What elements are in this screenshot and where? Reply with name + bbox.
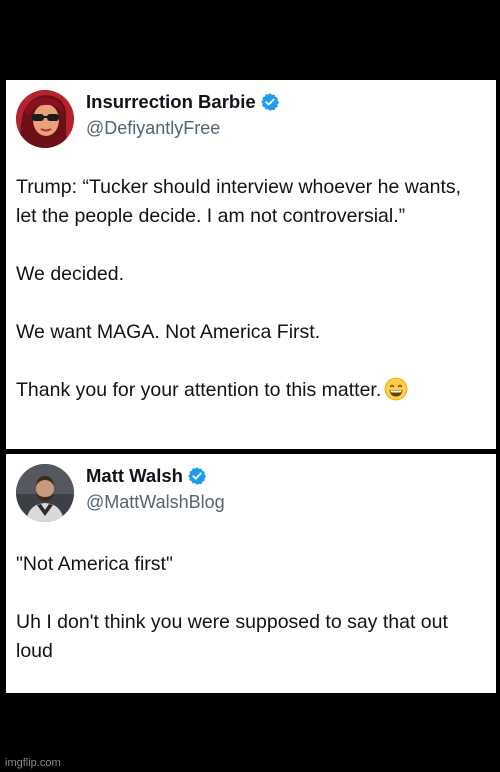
profile-photo-icon xyxy=(16,464,74,522)
imgflip-watermark: imgflip.com xyxy=(5,757,61,769)
profile-photo-icon xyxy=(16,90,74,148)
user-handle[interactable]: @MattWalshBlog xyxy=(86,490,225,514)
avatar[interactable] xyxy=(16,464,74,522)
user-handle[interactable]: @DefiyantlyFree xyxy=(86,116,220,140)
tweet-paragraph: Uh I don't think you were supposed to sa… xyxy=(16,611,448,662)
display-name[interactable]: Insurrection Barbie xyxy=(86,90,256,114)
verified-badge-icon xyxy=(187,466,207,486)
tweet-paragraph: "Not America first" xyxy=(16,553,173,575)
tweet-paragraph-text: Thank you for your attention to this mat… xyxy=(16,379,382,401)
avatar[interactable] xyxy=(16,90,74,148)
grinning-face-emoji-icon xyxy=(384,377,408,401)
tweet-text: "Not America first" Uh I don't think you… xyxy=(16,550,486,666)
display-name[interactable]: Matt Walsh xyxy=(86,464,183,488)
tweet-paragraph: Trump: “Tucker should interview whoever … xyxy=(16,176,462,227)
tweet-card-matt-walsh[interactable]: Matt Walsh @MattWalshBlog "Not America f… xyxy=(6,454,496,693)
tweet-paragraph: We decided. xyxy=(16,263,125,285)
verified-badge-icon xyxy=(260,92,280,112)
author-row: Insurrection Barbie xyxy=(86,90,280,114)
tweet-paragraph-last: Thank you for your attention to this mat… xyxy=(16,376,486,405)
author-row: Matt Walsh xyxy=(86,464,207,488)
tweet-paragraph: We want MAGA. Not America First. xyxy=(16,321,321,343)
tweet-text: Trump: “Tucker should interview whoever … xyxy=(16,173,486,405)
tweet-card-insurrection-barbie[interactable]: Insurrection Barbie @DefiyantlyFree Trum… xyxy=(6,80,496,449)
